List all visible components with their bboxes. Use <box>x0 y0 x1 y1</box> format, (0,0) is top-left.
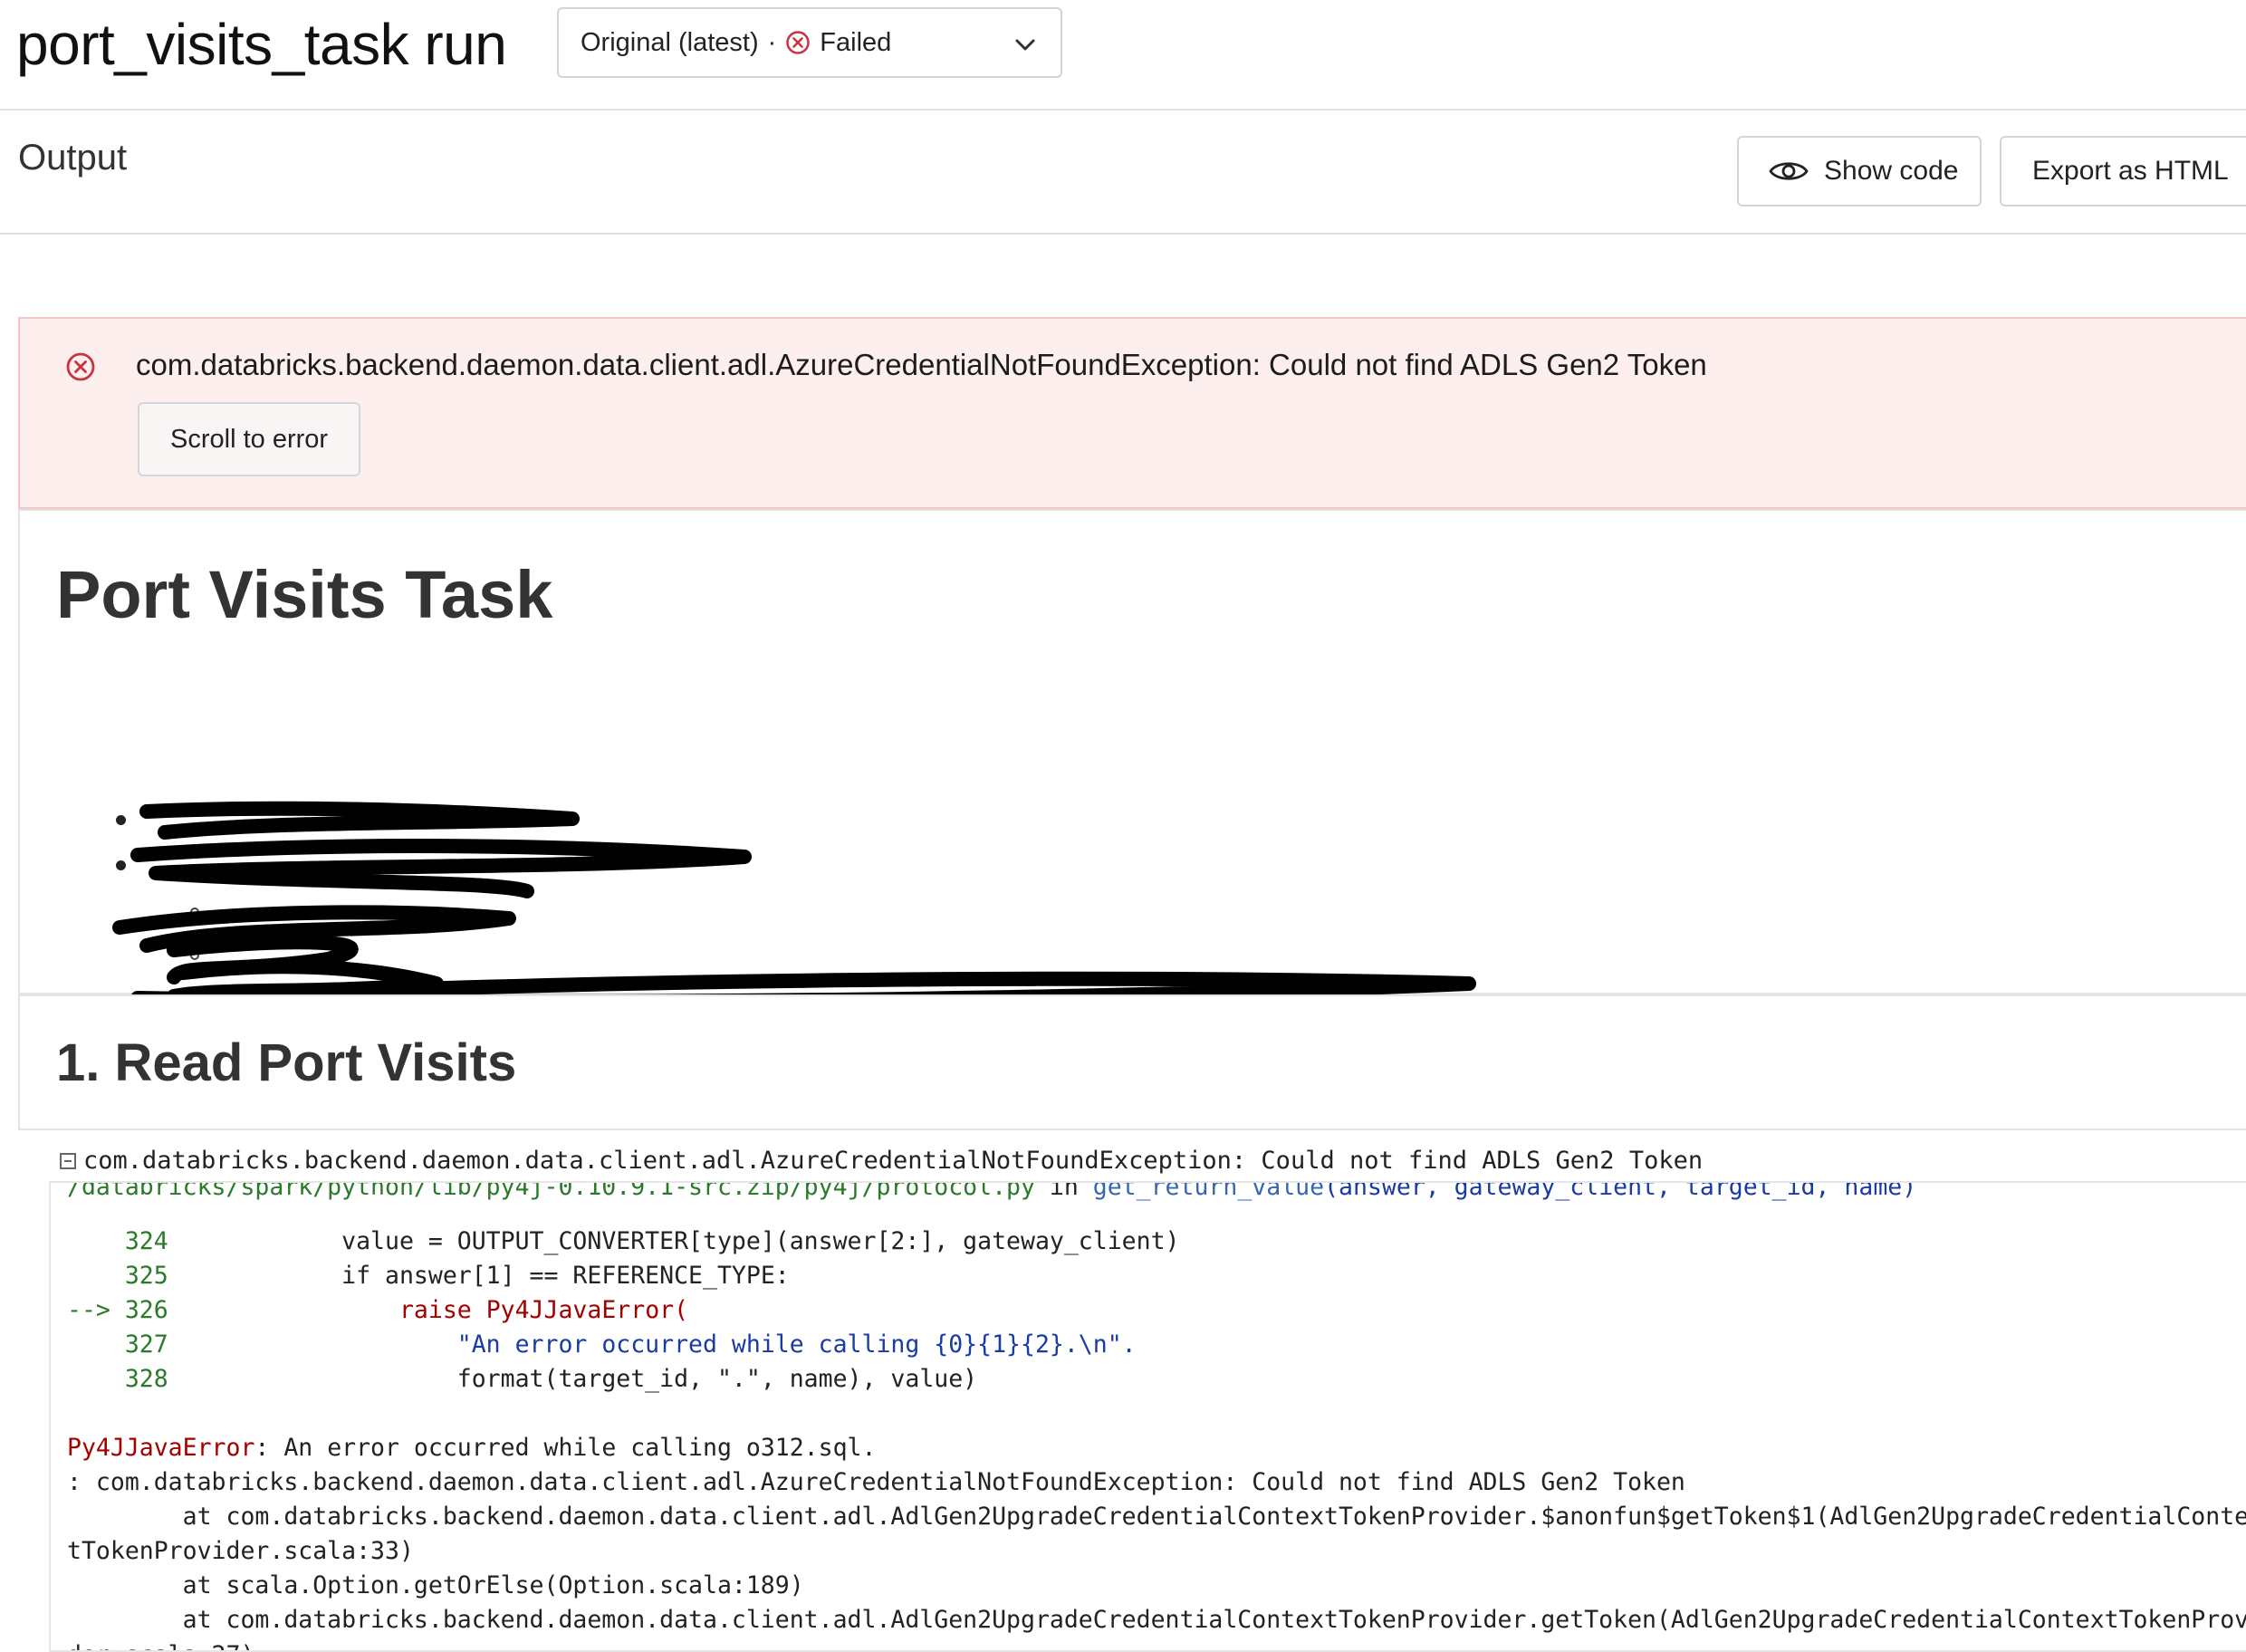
code-text: if answer[1] == REFERENCE_TYPE: <box>168 1262 790 1291</box>
line-number: 325 <box>67 1262 168 1291</box>
line-number: 324 <box>67 1227 168 1256</box>
traceback-header-text: com.databricks.backend.daemon.data.clien… <box>83 1147 1704 1175</box>
run-status-text: Failed <box>820 27 892 57</box>
show-code-button[interactable]: Show code <box>1737 136 1982 206</box>
redacted-bullet-list <box>56 647 1505 1005</box>
stack-line: der.scala:27) <box>67 1638 254 1650</box>
code-text: format(target_id, ".", name), value) <box>168 1365 978 1394</box>
eye-icon <box>1769 162 1809 180</box>
output-toolbar: Output Show code Export as HTML <box>0 110 2246 235</box>
stack-line: at scala.Option.getOrElse(Option.scala:1… <box>67 1571 804 1600</box>
traceback-code-line: 324 value = OUTPUT_CONVERTER[type](answe… <box>67 1225 1180 1259</box>
show-code-label: Show code <box>1824 156 1959 186</box>
stack-line: : com.databricks.backend.daemon.data.cli… <box>67 1468 1685 1497</box>
error-name: Py4JJavaError <box>67 1434 255 1463</box>
line-number: 326 <box>110 1296 168 1325</box>
traceback-header[interactable]: com.databricks.backend.daemon.data.clien… <box>60 1147 1703 1175</box>
stack-line: at com.databricks.backend.daemon.data.cl… <box>67 1503 2246 1532</box>
top-bar: port_visits_task run Original (latest) ·… <box>0 0 2246 110</box>
output-label: Output <box>18 138 128 178</box>
error-message: com.databricks.backend.daemon.data.clien… <box>136 348 1707 381</box>
scroll-to-error-label: Scroll to error <box>170 424 329 454</box>
line-number: 327 <box>67 1330 168 1359</box>
error-icon <box>66 352 95 381</box>
cell-title-read-port-visits: 1. Read Port Visits <box>56 1033 517 1092</box>
code-text: raise Py4JJavaError( <box>168 1296 689 1325</box>
collapse-icon[interactable] <box>60 1152 76 1169</box>
notebook-cell-intro: Port Visits Task <box>18 509 2246 1005</box>
error-msg: : An error occurred while calling o312.s… <box>254 1434 877 1463</box>
error-summary-line: Py4JJavaError: An error occurred while c… <box>67 1431 876 1465</box>
code-text: value = OUTPUT_CONVERTER[type](answer[2:… <box>168 1227 1180 1256</box>
run-selector-label: Original (latest) <box>581 27 759 57</box>
scroll-to-error-button[interactable]: Scroll to error <box>138 402 360 476</box>
failed-status-icon <box>786 31 811 54</box>
traceback-code-line: 328 format(target_id, ".", name), value) <box>67 1362 977 1397</box>
current-line-arrow: --> <box>67 1296 110 1325</box>
traceback-file-path: /databricks/spark/python/lib/py4j-0.10.9… <box>67 1181 1035 1201</box>
traceback-file-line: /databricks/spark/python/lib/py4j-0.10.9… <box>67 1181 1917 1205</box>
traceback-function: get_return_value <box>1092 1181 1325 1201</box>
run-selector-separator: · <box>767 27 777 57</box>
chevron-down-icon <box>1015 39 1035 51</box>
cell-title-port-visits-task: Port Visits Task <box>56 557 553 632</box>
stack-line: at com.databricks.backend.daemon.data.cl… <box>67 1606 2246 1635</box>
redaction-scribble <box>112 801 1476 1000</box>
page-title: port_visits_task run <box>16 12 507 77</box>
export-html-button[interactable]: Export as HTML <box>2000 136 2246 206</box>
stack-line: tTokenProvider.scala:33) <box>67 1537 414 1566</box>
export-html-label: Export as HTML <box>2032 156 2229 186</box>
traceback-code-line: 325 if answer[1] == REFERENCE_TYPE: <box>67 1259 790 1293</box>
traceback-function-args: (answer, gateway_client, target_id, name… <box>1324 1181 1917 1201</box>
traceback-in-keyword: in <box>1034 1181 1093 1201</box>
run-selector-dropdown[interactable]: Original (latest) · Failed <box>557 7 1062 78</box>
line-number: 328 <box>67 1365 168 1394</box>
traceback-output[interactable]: /databricks/spark/python/lib/py4j-0.10.9… <box>49 1181 2246 1652</box>
traceback-code-line: 327 "An error occurred while calling {0}… <box>67 1328 1137 1362</box>
traceback-code-line-current: --> 326 raise Py4JJavaError( <box>67 1293 688 1328</box>
error-banner: com.databricks.backend.daemon.data.clien… <box>18 317 2246 509</box>
code-text: "An error occurred while calling {0}{1}{… <box>168 1330 1137 1359</box>
notebook-cell-read-port-visits: 1. Read Port Visits <box>18 994 2246 1130</box>
